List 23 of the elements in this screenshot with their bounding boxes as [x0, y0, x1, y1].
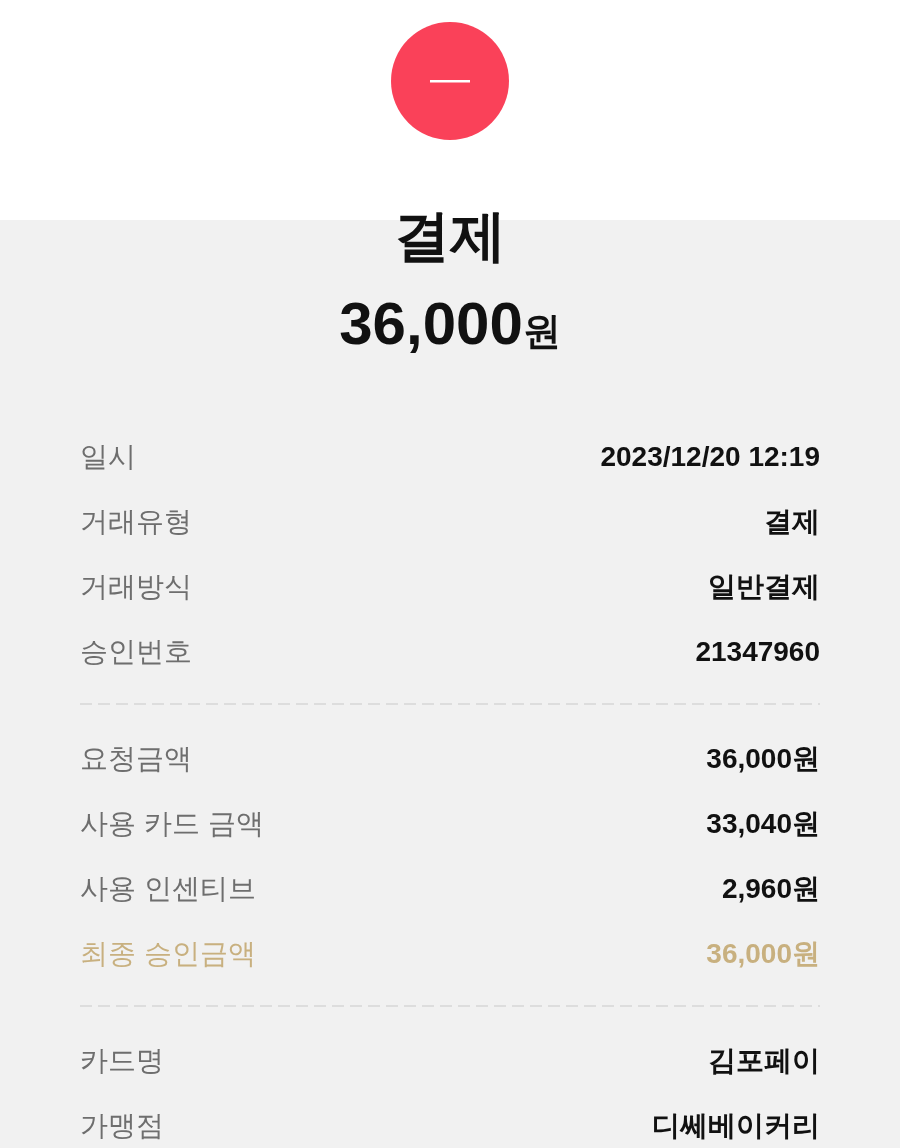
row-value: 김포페이	[708, 1043, 820, 1078]
row-value: 2023/12/20 12:19	[600, 439, 820, 474]
row-label: 요청금액	[80, 741, 192, 776]
row-label: 일시	[80, 439, 136, 474]
row-value: 2,960원	[721, 871, 820, 906]
minus-circle-icon	[391, 22, 509, 140]
row-value: 33,040원	[706, 806, 820, 841]
row-label: 승인번호	[80, 634, 192, 669]
row-label: 카드명	[80, 1043, 164, 1078]
row-label: 거래방식	[80, 569, 192, 604]
row-label: 거래유형	[80, 504, 192, 539]
row-value: 일반결제	[708, 569, 820, 604]
row-value: 21347960	[695, 634, 820, 669]
transaction-amount: 36,000원	[339, 289, 561, 359]
row-value: 디쎄베이커리	[652, 1108, 820, 1143]
row-value: 36,000원	[706, 741, 820, 776]
row-label: 가맹점	[80, 1108, 164, 1143]
row-label: 사용 카드 금액	[80, 806, 264, 841]
transaction-title: 결제	[394, 203, 506, 269]
row-label: 최종 승인금액	[80, 936, 256, 971]
row-value: 36,000원	[706, 936, 820, 971]
row-value: 결제	[764, 504, 820, 539]
row-label: 사용 인센티브	[80, 871, 256, 906]
